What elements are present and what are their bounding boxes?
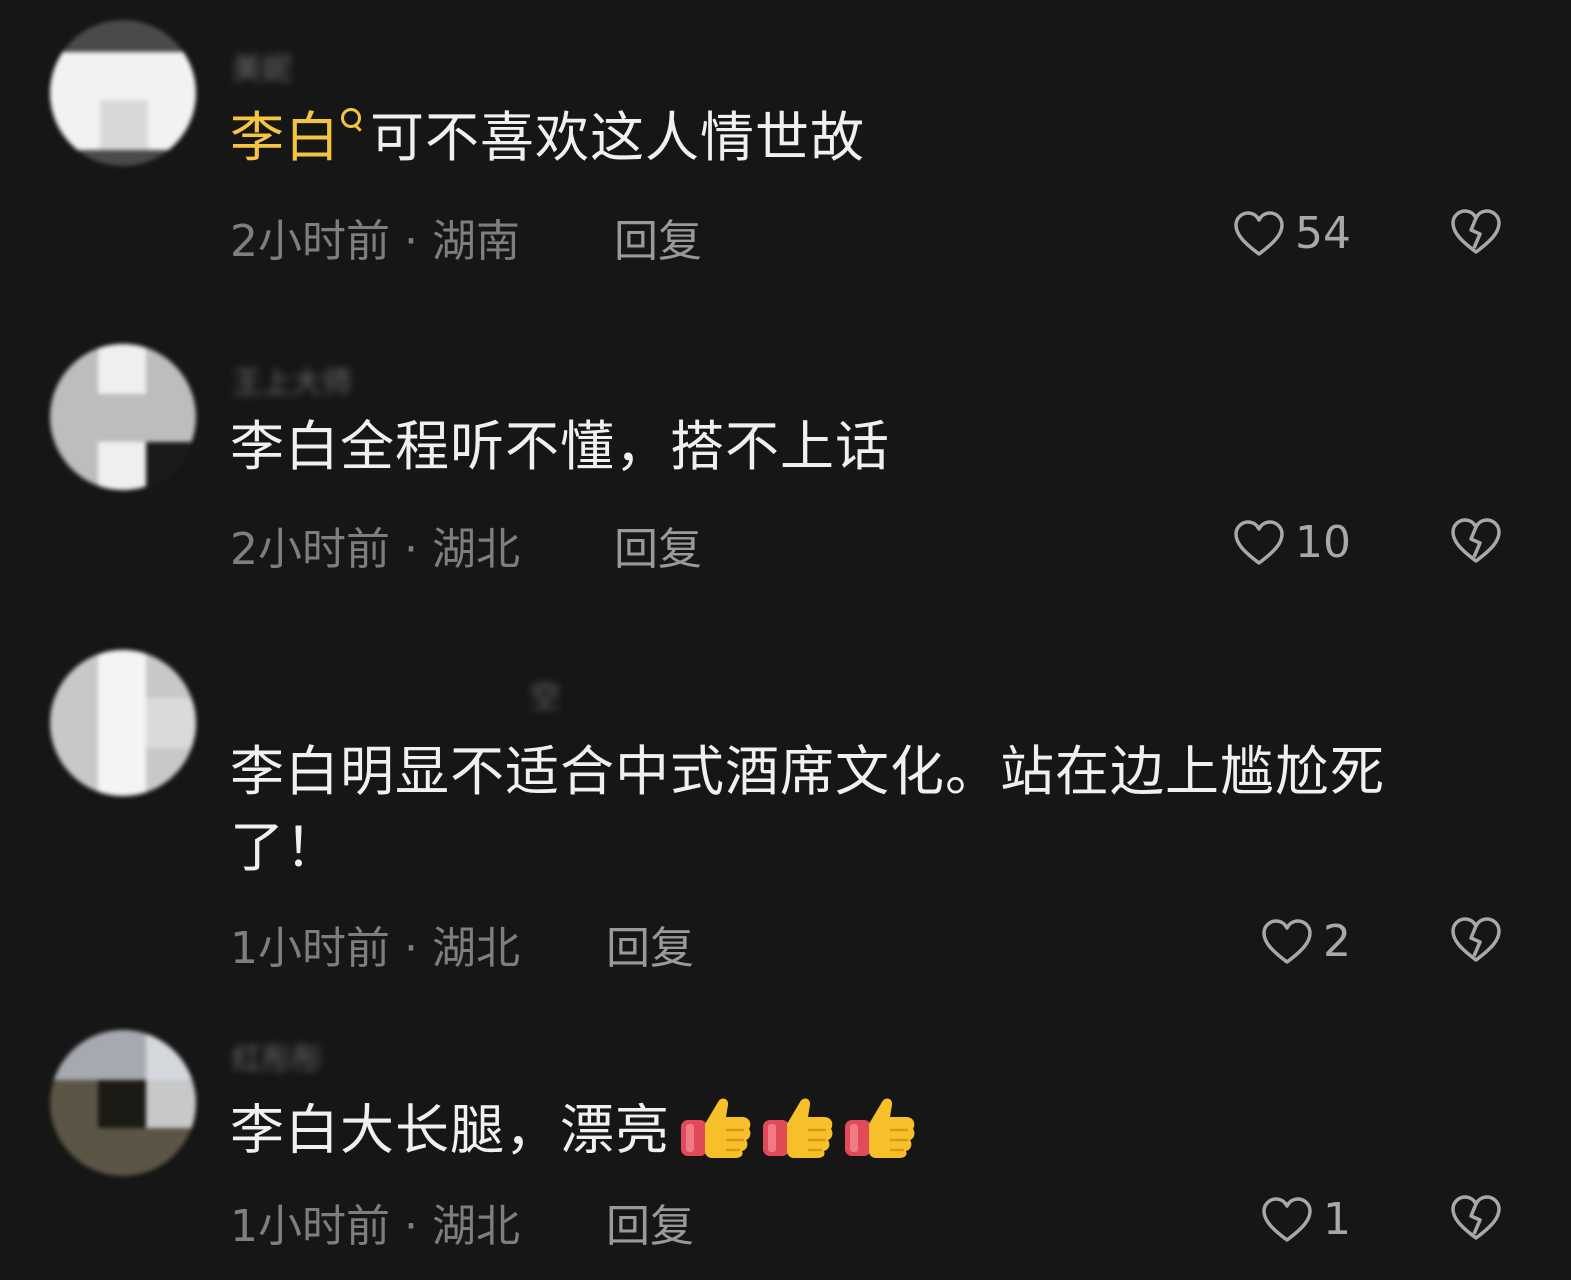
reply-button[interactable]: 回复 [606,1190,694,1254]
dislike-button[interactable] [1450,208,1502,256]
comment-body: 可不喜欢这人情世故 [370,106,865,169]
comment-text: 李白 可不喜欢这人情世故 [230,102,1460,174]
like-button[interactable]: 10 [1233,517,1351,568]
broken-heart-icon [1450,916,1502,964]
dislike-button[interactable] [1450,916,1502,964]
comment-time-location: 1小时前 · 湖北 [230,1201,520,1252]
avatar[interactable] [50,1030,196,1176]
like-button[interactable]: 2 [1261,916,1351,967]
like-count: 10 [1295,517,1351,568]
comment-text: 李白全程听不懂，搭不上话 [230,415,890,478]
like-button[interactable]: 1 [1261,1194,1351,1245]
avatar[interactable] [50,344,196,490]
avatar[interactable] [50,650,196,796]
like-count: 2 [1323,916,1351,967]
comment-time-location: 2小时前 · 湖北 [230,524,520,575]
broken-heart-icon [1450,208,1502,256]
like-count: 54 [1295,208,1351,259]
comment-text: 李白明显不适合中式酒席文化。站在边上尴尬死了！ [230,740,1385,879]
username[interactable]: 美妮 [232,44,292,88]
dislike-button[interactable] [1450,517,1502,565]
heart-icon [1261,1196,1313,1244]
dislike-button[interactable] [1450,1194,1502,1242]
highlight-keyword[interactable]: 李白 [230,106,340,169]
reply-button[interactable]: 回复 [614,513,702,577]
comment-body: 李白大长腿，漂亮 [230,1098,670,1162]
comment-text: 李白大长腿，漂亮 [230,1090,1460,1178]
thumbs-up-emoji [678,1090,754,1178]
reply-button[interactable]: 回复 [614,205,702,269]
username[interactable]: 红彤彤 [232,1034,322,1078]
avatar[interactable] [50,20,196,166]
heart-icon [1261,918,1313,966]
like-button[interactable]: 54 [1233,208,1351,259]
thumbs-up-emoji [760,1090,836,1178]
heart-icon [1233,210,1285,258]
broken-heart-icon [1450,1194,1502,1242]
comment-time-location: 2小时前 · 湖南 [230,216,520,267]
search-icon[interactable] [340,106,364,136]
like-count: 1 [1323,1194,1351,1245]
reply-button[interactable]: 回复 [606,912,694,976]
heart-icon [1233,519,1285,567]
username[interactable]: 王上大师 [232,358,352,402]
thumbs-up-emoji-group [678,1090,918,1178]
thumbs-up-emoji [842,1090,918,1178]
username[interactable]: 空 [530,672,560,716]
comment-time-location: 1小时前 · 湖北 [230,923,520,974]
broken-heart-icon [1450,517,1502,565]
